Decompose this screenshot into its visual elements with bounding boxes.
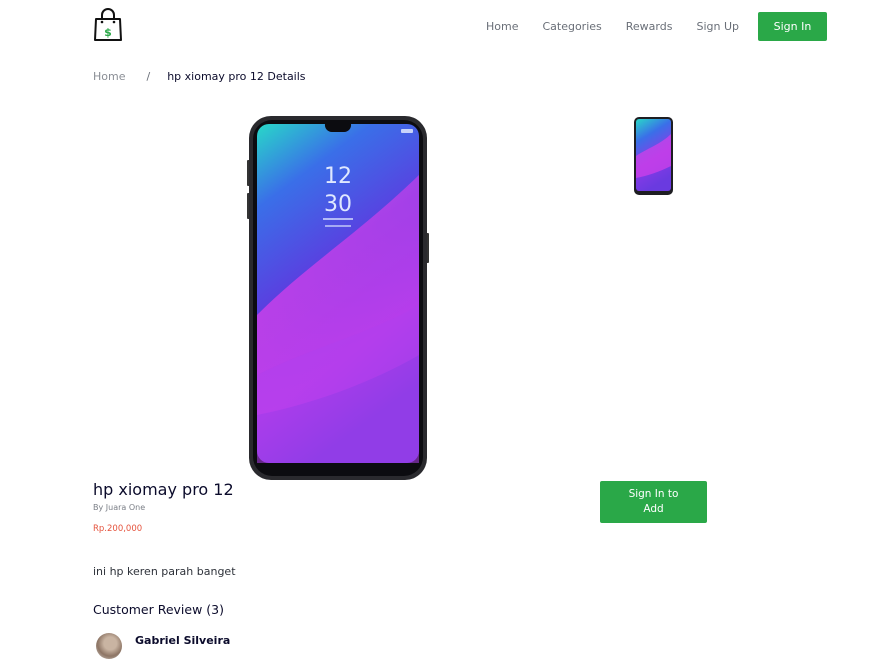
- product-price: Rp.200,000: [93, 524, 143, 534]
- breadcrumb-current: hp xiomay pro 12 Details: [167, 70, 306, 83]
- screen-clock-hours: 12: [324, 164, 352, 189]
- breadcrumb-home-link[interactable]: Home: [93, 70, 125, 83]
- product-seller: By Juara One: [93, 503, 146, 512]
- sign-in-to-add-button[interactable]: Sign In to Add: [600, 481, 707, 523]
- product-title: hp xiomay pro 12: [93, 480, 234, 499]
- svg-text:$: $: [104, 26, 112, 39]
- breadcrumb-separator: /: [146, 70, 151, 83]
- breadcrumb: Home / hp xiomay pro 12 Details: [93, 70, 306, 83]
- main-nav: Home Categories Rewards Sign Up Sign In: [486, 12, 827, 41]
- nav-categories-link[interactable]: Categories: [542, 20, 601, 33]
- product-thumbnail-image[interactable]: [633, 116, 674, 196]
- nav-home-link[interactable]: Home: [486, 20, 518, 33]
- screen-clock-minutes: 30: [324, 192, 352, 217]
- shopping-bag-logo-icon[interactable]: $: [93, 8, 123, 42]
- nav-signup-link[interactable]: Sign Up: [696, 20, 739, 33]
- sign-in-button[interactable]: Sign In: [758, 12, 827, 41]
- reviewer-avatar: [96, 633, 122, 659]
- customer-review-heading: Customer Review (3): [93, 602, 224, 617]
- product-description: ini hp keren parah banget: [93, 565, 236, 578]
- product-main-image: 12 30: [247, 115, 429, 481]
- nav-rewards-link[interactable]: Rewards: [626, 20, 673, 33]
